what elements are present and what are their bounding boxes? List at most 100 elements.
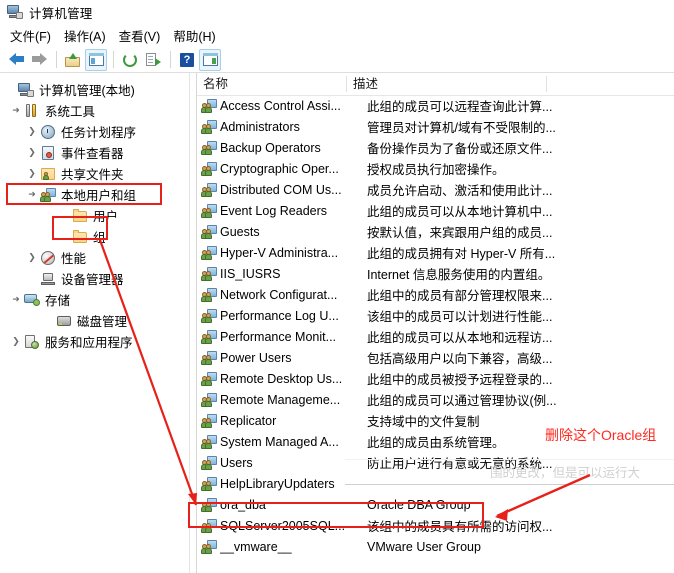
table-row[interactable]: ora_dba Oracle DBA Group (197, 494, 674, 515)
table-row[interactable]: Remote Desktop Us... 此组中的成员被授予远程登录的... (197, 368, 674, 389)
table-row[interactable]: Users 防止用户进行有意或无意的系统... (197, 452, 674, 473)
table-row[interactable]: Guests 按默认值，来宾跟用户组的成员... (197, 221, 674, 242)
console-tree-pane: › 计算机管理(本地) ➜ 系统工具 ❯ 任务计划程序 ❯ 事件查 (0, 73, 189, 573)
table-row[interactable]: Event Log Readers 此组的成员可以从本地计算机中... (197, 200, 674, 221)
chevron-down-icon[interactable]: ➜ (8, 295, 24, 304)
services-and-applications-icon (24, 334, 41, 350)
task-scheduler-icon (40, 124, 57, 140)
chevron-right-icon[interactable]: ❯ (24, 169, 40, 178)
group-name: Administrators (220, 119, 300, 134)
show-hide-action-pane-button[interactable] (199, 48, 221, 71)
table-row[interactable]: Backup Operators 备份操作员为了备份或还原文件... (197, 137, 674, 158)
table-row[interactable]: IIS_IUSRS Internet 信息服务使用的内置组。 (197, 263, 674, 284)
menu-view[interactable]: 查看(V) (115, 24, 170, 47)
group-icon (201, 350, 217, 366)
group-name: IIS_IUSRS (220, 266, 281, 281)
table-row[interactable]: Remote Manageme... 此组的成员可以通过管理协议(例... (197, 389, 674, 410)
group-name: Performance Monit... (220, 329, 337, 344)
group-description: 包括高级用户以向下兼容，高级... (367, 352, 553, 366)
table-row[interactable]: Access Control Assi... 此组的成员可以远程查询此计算... (197, 95, 674, 116)
group-name: __vmware__ (220, 539, 292, 554)
group-description: 备份操作员为了备份或还原文件... (367, 142, 553, 156)
tree-node-event-viewer[interactable]: ❯ 事件查看器 (0, 142, 189, 163)
tree-node-performance[interactable]: ❯ 性能 (0, 247, 189, 268)
tree-node-local-users-and-groups[interactable]: ➜ 本地用户和组 (0, 184, 189, 205)
help-button[interactable]: ? (176, 49, 198, 71)
table-row[interactable]: Power Users 包括高级用户以向下兼容，高级... (197, 347, 674, 368)
tree-node-system-tools[interactable]: ➜ 系统工具 (0, 100, 189, 121)
table-row[interactable]: HelpLibraryUpdaters (197, 473, 674, 494)
chevron-down-icon[interactable]: ➜ (8, 106, 24, 115)
chevron-right-icon[interactable]: ❯ (24, 253, 40, 262)
group-description: 该组中的成员可以计划进行性能... (367, 310, 553, 324)
group-icon (201, 392, 217, 408)
folder-icon (72, 208, 89, 224)
group-name: Cryptographic Oper... (220, 161, 339, 176)
column-header-filler (547, 73, 674, 95)
chevron-right-icon[interactable]: ❯ (8, 337, 24, 346)
table-row[interactable]: Distributed COM Us... 成员允许启动、激活和使用此计... (197, 179, 674, 200)
menu-action[interactable]: 操作(A) (60, 24, 115, 47)
table-row[interactable]: __vmware__ VMware User Group (197, 536, 674, 557)
tree-node-services-and-applications[interactable]: ❯ 服务和应用程序 (0, 331, 189, 352)
group-icon (201, 329, 217, 345)
group-icon (201, 434, 217, 450)
tree-node-storage[interactable]: ➜ 存储 (0, 289, 189, 310)
group-name: Guests (220, 224, 260, 239)
back-button[interactable] (5, 49, 27, 71)
group-description: 该组中的成员具有所需的访问权... (367, 520, 553, 534)
group-description: VMware User Group (367, 539, 481, 554)
group-name: Users (220, 455, 253, 470)
tree-node-disk-management[interactable]: › 磁盘管理 (0, 310, 189, 331)
tree-node-users[interactable]: › 用户 (0, 205, 189, 226)
tree-node-computer-management[interactable]: › 计算机管理(本地) (0, 79, 189, 100)
tree-label: 事件查看器 (61, 147, 124, 161)
menu-help[interactable]: 帮助(H) (169, 24, 224, 47)
list-column-headers: 名称 描述 (197, 73, 674, 96)
pane-splitter[interactable] (189, 73, 197, 573)
group-icon (201, 266, 217, 282)
chevron-right-icon[interactable]: ❯ (24, 127, 40, 136)
tree-node-task-scheduler[interactable]: ❯ 任务计划程序 (0, 121, 189, 142)
chevron-down-icon[interactable]: ➜ (24, 190, 40, 199)
group-name: ora_dba (220, 497, 266, 512)
groups-list[interactable]: Access Control Assi... 此组的成员可以远程查询此计算...… (197, 95, 674, 573)
group-description: 此组的成员拥有对 Hyper-V 所有... (367, 247, 556, 261)
table-row[interactable]: Cryptographic Oper... 授权成员执行加密操作。 (197, 158, 674, 179)
tree-node-device-manager[interactable]: › 设备管理器 (0, 268, 189, 289)
table-row[interactable]: System Managed A... 此组的成员由系统管理。 (197, 431, 674, 452)
group-icon (201, 161, 217, 177)
chevron-right-icon[interactable]: ❯ (24, 148, 40, 157)
tree-label: 性能 (61, 252, 87, 266)
column-header-description[interactable]: 描述 (347, 73, 547, 95)
column-header-name[interactable]: 名称 (197, 73, 347, 95)
table-row[interactable]: Network Configurat... 此组中的成员有部分管理权限来... (197, 284, 674, 305)
local-users-and-groups-icon (40, 187, 57, 203)
group-name: Event Log Readers (220, 203, 328, 218)
group-name: Replicator (220, 413, 277, 428)
show-hide-console-tree-button[interactable] (85, 48, 107, 71)
tree-label: 用户 (93, 210, 119, 224)
refresh-button[interactable] (119, 49, 141, 71)
export-list-button[interactable] (142, 49, 164, 71)
group-description: 此组的成员可以通过管理协议(例... (367, 394, 557, 408)
menu-bar: 文件(F) 操作(A) 查看(V) 帮助(H) (0, 24, 674, 47)
table-row[interactable]: Hyper-V Administra... 此组的成员拥有对 Hyper-V 所… (197, 242, 674, 263)
toolbar: ? (0, 47, 674, 73)
computer-management-icon (18, 82, 35, 98)
tree-label: 共享文件夹 (61, 168, 124, 182)
table-row[interactable]: Performance Monit... 此组的成员可以从本地和远程访... (197, 326, 674, 347)
table-row[interactable]: Administrators 管理员对计算机/域有不受限制的... (197, 116, 674, 137)
up-one-level-button[interactable] (62, 49, 84, 71)
menu-file[interactable]: 文件(F) (6, 24, 60, 47)
tree-node-shared-folders[interactable]: ❯ 共享文件夹 (0, 163, 189, 184)
forward-button[interactable] (28, 49, 50, 71)
forward-arrow-icon (31, 53, 47, 66)
table-row[interactable]: Performance Log U... 该组中的成员可以计划进行性能... (197, 305, 674, 326)
tree-node-groups[interactable]: › 组 (0, 226, 189, 247)
table-row[interactable]: SQLServer2005SQL... 该组中的成员具有所需的访问权... (197, 515, 674, 536)
table-row[interactable]: Replicator 支持域中的文件复制 (197, 410, 674, 431)
show-hide-action-pane-icon (202, 53, 218, 66)
tree-label: 设备管理器 (61, 273, 124, 287)
group-icon (201, 182, 217, 198)
